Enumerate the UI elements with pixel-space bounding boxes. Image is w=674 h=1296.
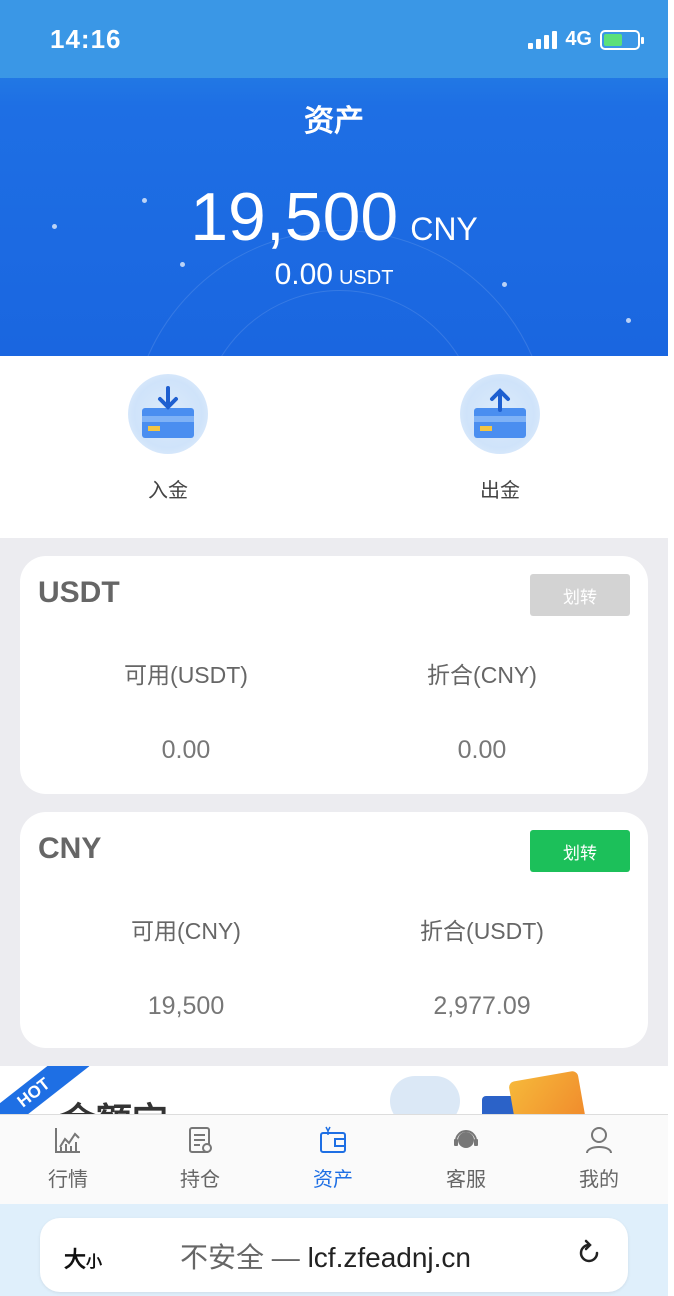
tab-profile[interactable]: 我的: [559, 1125, 639, 1192]
cny-account-card: CNY 划转 可用(CNY) 19,500 折合(USDT) 2,977.09: [20, 812, 648, 1048]
address-bar[interactable]: 大小 不安全 — lcf.zfeadnj.cn: [40, 1218, 628, 1292]
cloud-illustration: [390, 1076, 460, 1116]
promo-banner[interactable]: HOT 金额宝: [0, 1066, 668, 1116]
tab-assets[interactable]: 资产: [293, 1125, 373, 1192]
available-column: 可用(USDT) 0.00: [56, 656, 316, 765]
insecure-label: 不安全: [180, 1242, 265, 1273]
converted-label: 折合(USDT): [420, 918, 544, 944]
chart-icon: [55, 1128, 80, 1153]
tab-label: 行情: [48, 1169, 88, 1191]
available-value: 19,500: [147, 992, 225, 1020]
usdt-unit: USDT: [338, 267, 394, 289]
status-time: 14:16: [50, 24, 122, 54]
tab-positions[interactable]: 持仓: [160, 1125, 240, 1192]
fund-actions: 入金 出金: [0, 356, 668, 538]
usdt-total: 0.00 USDT: [0, 258, 668, 292]
converted-value: 2,977.09: [433, 992, 531, 1020]
document-icon: [189, 1127, 212, 1153]
text-size-button[interactable]: 大小: [64, 1242, 102, 1274]
total-assets: 19,500 CNY: [0, 178, 668, 256]
url-separator: —: [271, 1242, 300, 1273]
card-title: CNY: [38, 832, 102, 865]
tab-label: 我的: [579, 1169, 619, 1191]
deposit-icon: [128, 374, 208, 454]
deposit-button[interactable]: 入金: [108, 374, 228, 503]
available-value: 0.00: [161, 736, 211, 764]
tab-label: 客服: [446, 1169, 486, 1191]
transfer-button[interactable]: 划转: [530, 574, 630, 616]
network-type: 4G: [565, 28, 592, 50]
available-label: 可用(CNY): [131, 918, 241, 944]
withdraw-icon: [460, 374, 540, 454]
promo-title: 金额宝: [60, 1092, 168, 1116]
signal-icon: [528, 30, 558, 49]
tab-label: 资产: [313, 1169, 353, 1191]
available-column: 可用(CNY) 19,500: [56, 912, 316, 1021]
wallet-icon: [320, 1126, 346, 1153]
available-label: 可用(USDT): [124, 662, 248, 688]
user-icon: [586, 1127, 612, 1154]
bottom-tab-bar: 行情 持仓 资产 客服 我的: [0, 1114, 668, 1204]
transfer-button[interactable]: 划转: [530, 830, 630, 872]
text-size-big: 大: [64, 1247, 87, 1272]
headset-icon: [454, 1130, 478, 1148]
reload-icon: [579, 1239, 599, 1263]
deposit-label: 入金: [148, 480, 188, 502]
converted-value: 0.00: [457, 736, 507, 764]
tab-support[interactable]: 客服: [426, 1125, 506, 1192]
browser-toolbar: 大小 不安全 — lcf.zfeadnj.cn: [0, 1204, 674, 1296]
tab-label: 持仓: [180, 1169, 220, 1191]
withdraw-button[interactable]: 出金: [440, 374, 560, 503]
decorative-dot: [626, 318, 631, 323]
card-illustration: [508, 1070, 586, 1116]
page-title: 资产: [304, 105, 364, 138]
reload-button[interactable]: [574, 1238, 604, 1273]
converted-column: 折合(CNY) 0.00: [352, 656, 612, 765]
status-bar: 14:16 4G: [0, 0, 668, 78]
url-text: lcf.zfeadnj.cn: [307, 1242, 471, 1273]
usdt-value: 0.00: [274, 258, 333, 291]
screen-edge: [668, 0, 674, 1296]
card-title: USDT: [38, 576, 120, 609]
url-display[interactable]: 不安全 — lcf.zfeadnj.cn: [180, 1236, 471, 1276]
status-indicators: 4G: [528, 28, 644, 51]
battery-icon: [600, 29, 644, 50]
total-unit: CNY: [410, 211, 478, 247]
tab-market[interactable]: 行情: [28, 1125, 108, 1192]
total-value: 19,500: [190, 179, 399, 255]
converted-column: 折合(USDT) 2,977.09: [352, 912, 612, 1021]
usdt-account-card: USDT 划转 可用(USDT) 0.00 折合(CNY) 0.00: [20, 556, 648, 794]
converted-label: 折合(CNY): [427, 662, 537, 688]
withdraw-label: 出金: [480, 480, 520, 502]
text-size-small: 小: [86, 1254, 103, 1271]
